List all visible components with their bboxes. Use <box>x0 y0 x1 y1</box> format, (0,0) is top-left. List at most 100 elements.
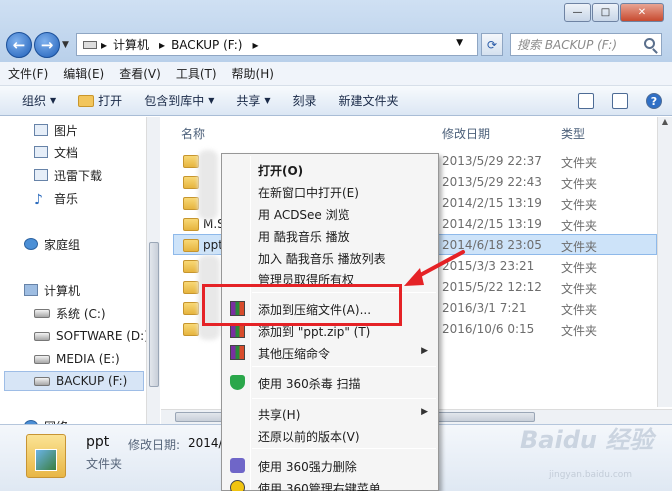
folder-thumbnail-icon <box>26 434 66 478</box>
file-type: 文件夹 <box>561 156 598 170</box>
nav-label: 家庭组 <box>44 237 81 252</box>
menu-item-label: 使用 360强力删除 <box>258 460 357 474</box>
menu-tools[interactable]: 工具(T) <box>176 65 217 82</box>
menu-help[interactable]: 帮助(H) <box>232 65 274 82</box>
address-dropdown-icon[interactable]: ▼ <box>456 38 463 48</box>
include-library-button[interactable]: 包含到库中 ▼ <box>144 92 214 109</box>
nav-label: 音乐 <box>54 191 79 206</box>
file-date: 2015/5/22 12:12 <box>442 280 542 294</box>
nav-label: MEDIA (E:) <box>56 352 120 366</box>
baidu-watermark: Baidu 经验 <box>520 426 654 454</box>
maximize-button[interactable]: □ <box>592 3 619 22</box>
nav-label: 系统 (C:) <box>56 306 106 321</box>
nav-item-music[interactable]: ♪ 音乐 <box>34 188 79 209</box>
nav-item-documents[interactable]: 文档 <box>34 142 78 162</box>
forward-button[interactable]: → <box>34 32 60 58</box>
menu-item-open-new-window[interactable]: 在新窗口中打开(E) <box>224 181 436 202</box>
breadcrumb-backup[interactable]: BACKUP (F:) <box>171 38 242 52</box>
menu-item-label: 使用 360杀毒 扫描 <box>258 377 361 391</box>
nav-scrollbar[interactable] <box>146 117 160 424</box>
file-date: 2013/5/29 22:37 <box>442 154 542 168</box>
new-folder-label: 新建文件夹 <box>338 94 399 108</box>
menu-item-other-compress[interactable]: 其他压缩命令 ▶ <box>224 342 436 363</box>
drive-icon <box>34 308 50 318</box>
menu-item-kuwo-play[interactable]: 用 酷我音乐 播放 <box>224 225 436 246</box>
pictures-icon <box>34 124 48 136</box>
new-folder-button[interactable]: 新建文件夹 <box>339 92 399 109</box>
column-header-name[interactable]: 名称 <box>181 125 205 142</box>
forward-arrow-icon: → <box>40 36 54 54</box>
menu-item-label: 共享(H) <box>258 408 301 422</box>
winrar-icon <box>230 345 245 360</box>
menu-item-restore-versions[interactable]: 还原以前的版本(V) <box>224 425 436 446</box>
view-options-icon[interactable] <box>578 93 594 109</box>
open-button[interactable]: 打开 <box>78 92 122 109</box>
share-button[interactable]: 共享 ▼ <box>236 92 270 109</box>
file-date: 2016/10/6 0:15 <box>442 322 535 336</box>
details-date-label: 修改日期: <box>128 438 181 452</box>
file-type: 文件夹 <box>561 198 598 212</box>
menu-item-open[interactable]: 打开(O) <box>224 159 436 180</box>
back-arrow-icon: ← <box>12 36 26 54</box>
address-bar[interactable]: ▸ 计算机 ▸ BACKUP (F:) ▸ ▼ <box>76 33 478 56</box>
share-label: 共享 <box>236 94 261 108</box>
menu-separator <box>252 448 436 449</box>
downloads-icon <box>34 169 48 181</box>
search-placeholder: 搜索 BACKUP (F:) <box>517 38 618 52</box>
menu-item-360-delete[interactable]: 使用 360强力删除 <box>224 455 436 476</box>
folder-icon <box>183 176 199 189</box>
refresh-button[interactable]: ⟳ <box>481 33 503 56</box>
file-list-scrollbar[interactable]: ▲ <box>657 117 672 407</box>
menu-item-360-manage[interactable]: 使用 360管理右键菜单 <box>224 477 436 491</box>
nav-item-drive-d[interactable]: SOFTWARE (D:) <box>34 326 149 346</box>
search-input[interactable]: 搜索 BACKUP (F:) <box>510 33 662 56</box>
open-label: 打开 <box>98 94 123 108</box>
folder-icon <box>183 323 199 336</box>
nav-item-thunder-downloads[interactable]: 迅雷下载 <box>34 165 102 185</box>
menu-view[interactable]: 查看(V) <box>119 65 161 82</box>
menu-item-acdsee[interactable]: 用 ACDSee 浏览 <box>224 203 436 224</box>
folder-icon <box>183 197 199 210</box>
organize-label: 组织 <box>22 94 47 108</box>
nav-item-homegroup[interactable]: 家庭组 <box>24 234 80 254</box>
help-icon[interactable]: ? <box>646 93 662 109</box>
menu-item-share[interactable]: 共享(H) ▶ <box>224 403 436 424</box>
nav-scroll-thumb[interactable] <box>149 242 159 387</box>
folder-icon <box>183 260 199 273</box>
menu-item-360-scan[interactable]: 使用 360杀毒 扫描 <box>224 372 436 393</box>
burn-button[interactable]: 刻录 <box>293 92 317 109</box>
preview-pane-icon[interactable] <box>612 93 628 109</box>
breadcrumb-separator-icon: ▸ <box>101 37 108 52</box>
nav-item-drive-c[interactable]: 系统 (C:) <box>34 303 106 323</box>
window-controls: — □ ✕ <box>563 3 664 22</box>
chevron-down-icon: ▼ <box>208 96 215 105</box>
nav-label: SOFTWARE (D:) <box>56 329 149 343</box>
breadcrumb-computer[interactable]: 计算机 <box>113 36 149 53</box>
menu-item-kuwo-playlist[interactable]: 加入 酷我音乐 播放列表 <box>224 247 436 268</box>
chevron-down-icon: ▼ <box>264 96 271 105</box>
include-library-label: 包含到库中 <box>144 94 205 108</box>
file-date: 2014/2/15 13:19 <box>442 196 542 210</box>
nav-item-pictures[interactable]: 图片 <box>34 120 78 140</box>
menu-file[interactable]: 文件(F) <box>8 65 48 82</box>
homegroup-icon <box>24 238 38 250</box>
minimize-button[interactable]: — <box>564 3 591 22</box>
menu-edit[interactable]: 编辑(E) <box>63 65 104 82</box>
nav-item-computer[interactable]: 计算机 <box>24 280 80 300</box>
column-header-date[interactable]: 修改日期 <box>442 125 490 142</box>
back-button[interactable]: ← <box>6 32 32 58</box>
nav-label: 图片 <box>54 123 79 138</box>
close-button[interactable]: ✕ <box>620 3 664 22</box>
nav-item-drive-f[interactable]: BACKUP (F:) <box>4 371 144 391</box>
details-type: 文件夹 <box>86 457 123 471</box>
history-dropdown-icon[interactable]: ▼ <box>62 40 69 50</box>
scroll-up-icon[interactable]: ▲ <box>658 117 672 131</box>
navigation-bar: ← → ▼ ▸ 计算机 ▸ BACKUP (F:) ▸ ▼ ⟳ 搜索 BACKU… <box>0 30 672 60</box>
folder-icon <box>183 218 199 231</box>
organize-button[interactable]: 组织 ▼ <box>22 92 56 109</box>
file-type: 文件夹 <box>561 261 598 275</box>
drive-icon <box>83 40 97 49</box>
nav-item-drive-e[interactable]: MEDIA (E:) <box>34 349 120 369</box>
menu-separator <box>252 398 436 399</box>
column-header-type[interactable]: 类型 <box>561 125 585 142</box>
